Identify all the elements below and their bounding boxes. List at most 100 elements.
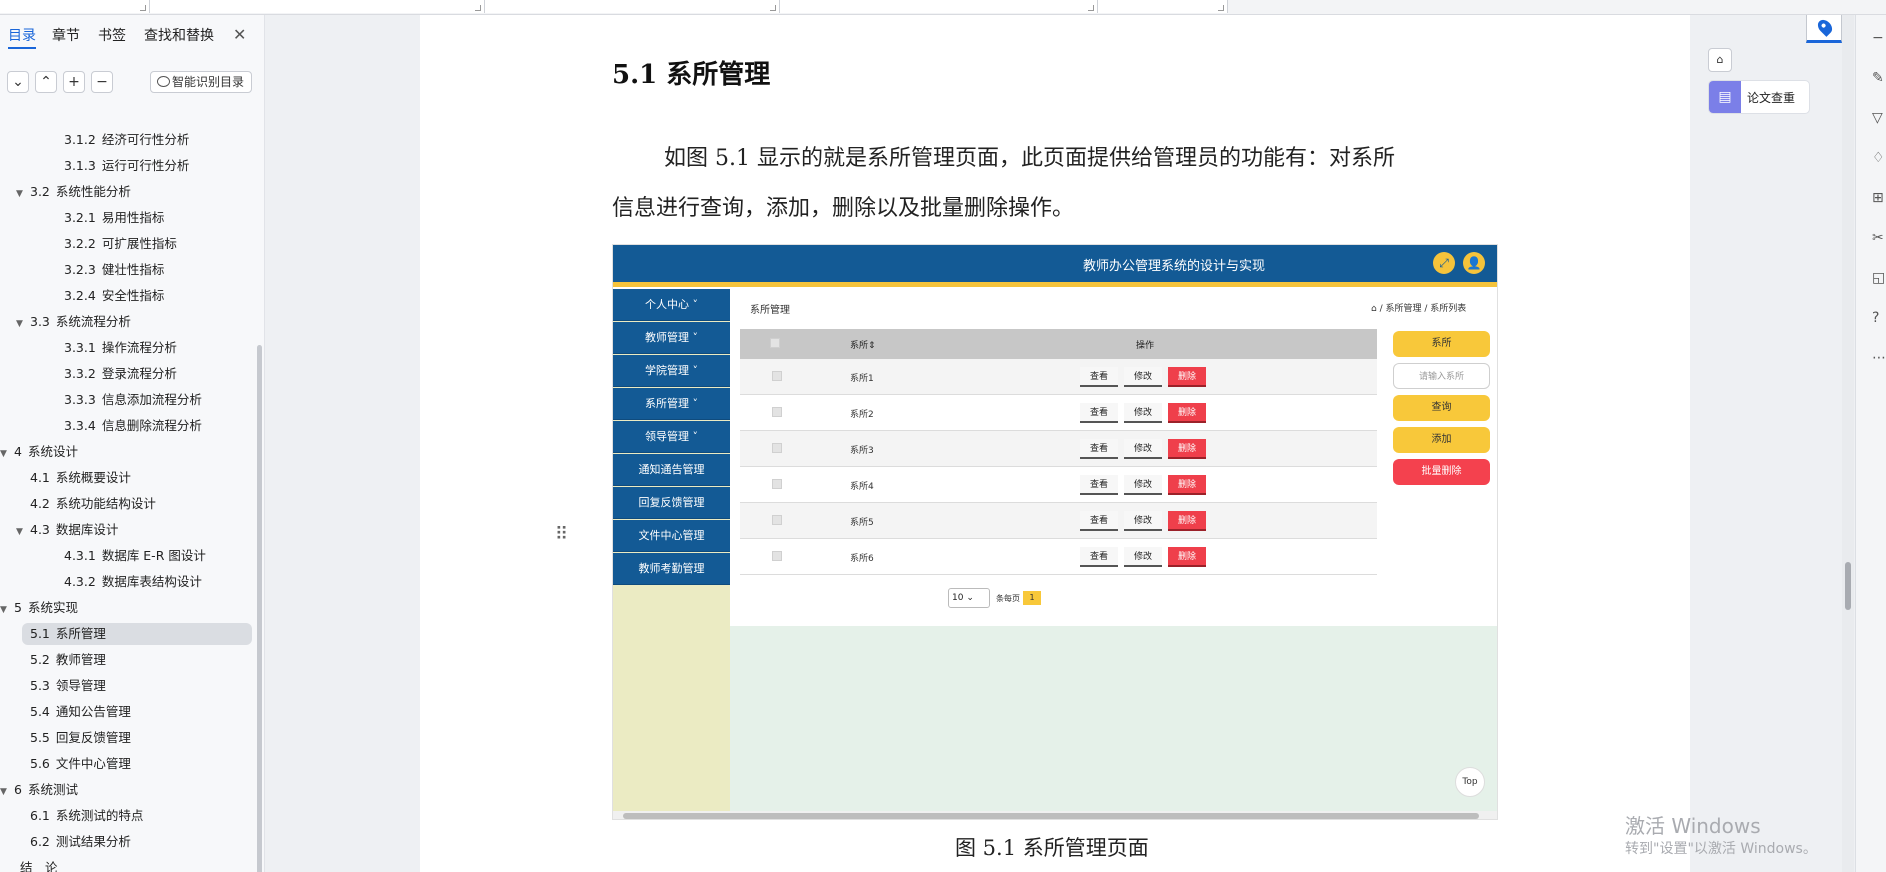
toc-item-number: 4.2: [30, 496, 50, 511]
expand-triangle-icon[interactable]: ▼: [0, 443, 14, 465]
fullscreen-icon: ⤢: [1433, 252, 1455, 274]
toc-item[interactable]: 3.3.2 登录流程分析: [64, 363, 177, 385]
toc-item-label: 系统概要设计: [55, 470, 131, 485]
toc-item[interactable]: 3.3.3 信息添加流程分析: [64, 389, 202, 411]
fig-table-row: 系所5 查看 修改 删除: [740, 503, 1377, 539]
location-button[interactable]: [1806, 15, 1842, 43]
toc-item[interactable]: 3.2.4 安全性指标: [64, 285, 164, 307]
fig-delete-button: 删除: [1168, 367, 1206, 387]
fig-edit-button: 修改: [1124, 439, 1162, 459]
fig-edit-button: 修改: [1124, 367, 1162, 387]
toc-item[interactable]: 4.3.1 数据库 E-R 图设计: [64, 545, 206, 567]
document-scroll-thumb[interactable]: [1845, 562, 1851, 610]
toc-item-number: 5: [14, 600, 22, 615]
fig-row-name: 系所2: [850, 410, 874, 420]
toc-item[interactable]: 4.1 系统概要设计: [30, 467, 131, 489]
toc-item[interactable]: 4.3.2 数据库表结构设计: [64, 571, 202, 593]
page-icon[interactable]: ◱: [1872, 270, 1885, 286]
tab-bookmarks[interactable]: 书签: [98, 25, 126, 45]
fig-header-checkbox: [770, 338, 780, 348]
toc-item[interactable]: ▼ 4 系统设计: [0, 441, 78, 463]
pen-icon[interactable]: ✎: [1872, 70, 1884, 86]
toc-item[interactable]: 5.4 通知公告管理: [30, 701, 131, 723]
toc-item[interactable]: ▼ 3.2 系统性能分析: [16, 181, 131, 203]
figure-caption: 图 5.1 系所管理页面: [955, 836, 1149, 860]
toc-item[interactable]: 5.5 回复反馈管理: [30, 727, 131, 749]
expand-triangle-icon[interactable]: ▼: [16, 183, 30, 205]
fig-row-name: 系所1: [850, 374, 874, 384]
fig-menu-item: 领导管理 ˅: [613, 421, 730, 453]
toc-item[interactable]: ▼ 4.3 数据库设计: [16, 519, 118, 541]
image-icon[interactable]: ⊞: [1872, 190, 1884, 206]
toc-item[interactable]: 5.2 教师管理: [30, 649, 106, 671]
toc-item[interactable]: 3.1.3 运行可行性分析: [64, 155, 189, 177]
expand-triangle-icon[interactable]: ▼: [0, 599, 14, 621]
drag-handle-icon[interactable]: ⠿: [555, 524, 568, 545]
toc-item[interactable]: 5.1 系所管理: [22, 623, 252, 645]
scissors-icon[interactable]: ✂: [1872, 230, 1884, 246]
toc-item[interactable]: 3.3.1 操作流程分析: [64, 337, 177, 359]
activation-watermark-title: 激活 Windows: [1625, 814, 1761, 838]
fig-sidebar: 个人中心 ˅ 教师管理 ˅ 学院管理 ˅ 系所管理 ˅ 领导管理 ˅ 通知通告管理 回复反馈…: [613, 289, 730, 819]
toc-item[interactable]: 3.3.4 信息删除流程分析: [64, 415, 202, 437]
fig-scrollbar: [613, 811, 1497, 819]
minimize-icon[interactable]: −: [1872, 30, 1884, 46]
toc-item[interactable]: 6.2 测试结果分析: [30, 831, 131, 853]
toc-item-label: 系统流程分析: [55, 314, 131, 329]
fig-menu-item: 教师考勤管理: [613, 553, 730, 585]
toc-item[interactable]: ▼ 6 系统测试: [0, 779, 78, 801]
toc-item[interactable]: 4.2 系统功能结构设计: [30, 493, 156, 515]
expand-triangle-icon[interactable]: ▼: [0, 781, 14, 803]
toolbar-dropdown-3[interactable]: [485, 0, 780, 13]
toc-item[interactable]: 5.3 领导管理: [30, 675, 106, 697]
document-scrollbar[interactable]: [1842, 15, 1854, 872]
toc-item[interactable]: ▼ 3.3 系统流程分析: [16, 311, 131, 333]
toc-item[interactable]: 5.6 文件中心管理: [30, 753, 131, 775]
toc-item-number: 3.3.4: [64, 418, 96, 433]
close-icon[interactable]: ✕: [233, 25, 246, 44]
fig-app-header: 教师办公管理系统的设计与实现 ⤢ 👤: [613, 245, 1497, 282]
toc-item-number: 4.1: [30, 470, 50, 485]
expand-triangle-icon[interactable]: ▼: [16, 521, 30, 543]
toc-item[interactable]: 结 论: [14, 857, 58, 872]
toolbar-dropdown-1[interactable]: [0, 0, 150, 13]
toc-item[interactable]: ▼ 5 系统实现: [0, 597, 78, 619]
toc-item[interactable]: 3.1.2 经济可行性分析: [64, 129, 189, 151]
tab-toc[interactable]: 目录: [8, 25, 36, 49]
toolbar-dropdown-5[interactable]: [1098, 0, 1228, 13]
add-heading-button[interactable]: +: [63, 71, 85, 93]
shape-icon[interactable]: ♢: [1872, 150, 1885, 166]
toc-item-number: 5.4: [30, 704, 50, 719]
toc-item-number: 5.2: [30, 652, 50, 667]
collapse-panel-button[interactable]: ⌂: [1708, 48, 1732, 72]
nav-scrollbar[interactable]: [257, 345, 262, 872]
help-icon[interactable]: ?: [1872, 310, 1879, 326]
toc-item-number: 3.2.1: [64, 210, 96, 225]
toc-item[interactable]: 3.2.3 健壮性指标: [64, 259, 164, 281]
toc-item-number: 3.3.2: [64, 366, 96, 381]
toolbar-dropdown-2[interactable]: [150, 0, 485, 13]
tab-find-replace[interactable]: 查找和替换: [144, 25, 214, 45]
toc-item-label: 文件中心管理: [55, 756, 131, 771]
fig-menu-item: 学院管理 ˅: [613, 355, 730, 387]
fig-delete-button: 删除: [1168, 403, 1206, 423]
toolbar-dropdown-4[interactable]: [780, 0, 1098, 13]
filter-icon[interactable]: ▽: [1872, 110, 1883, 126]
expand-up-button[interactable]: ⌃: [35, 71, 57, 93]
fig-view-button: 查看: [1080, 475, 1118, 495]
toc-item[interactable]: 3.2.2 可扩展性指标: [64, 233, 177, 255]
collapse-all-button[interactable]: ⌄: [7, 71, 29, 93]
more-icon[interactable]: ⋯: [1872, 350, 1886, 366]
fig-menu-item: 回复反馈管理: [613, 487, 730, 519]
remove-heading-button[interactable]: −: [91, 71, 113, 93]
tab-chapters[interactable]: 章节: [52, 25, 80, 45]
expand-triangle-icon[interactable]: ▼: [16, 313, 30, 335]
smart-toc-button[interactable]: 智能识别目录: [150, 71, 252, 93]
toc-item[interactable]: 6.1 系统测试的特点: [30, 805, 143, 827]
toc-item-label: 可扩展性指标: [101, 236, 177, 251]
toc-item[interactable]: 3.2.1 易用性指标: [64, 207, 164, 229]
body-paragraph-line-1: 如图 5.1 显示的就是系所管理页面，此页面提供给管理员的功能有：对系所: [664, 146, 1395, 171]
fig-delete-button: 删除: [1168, 511, 1206, 531]
fig-table-row: 系所6 查看 修改 删除: [740, 539, 1377, 575]
plagiarism-check-button[interactable]: ▤ 论文查重: [1708, 80, 1810, 114]
